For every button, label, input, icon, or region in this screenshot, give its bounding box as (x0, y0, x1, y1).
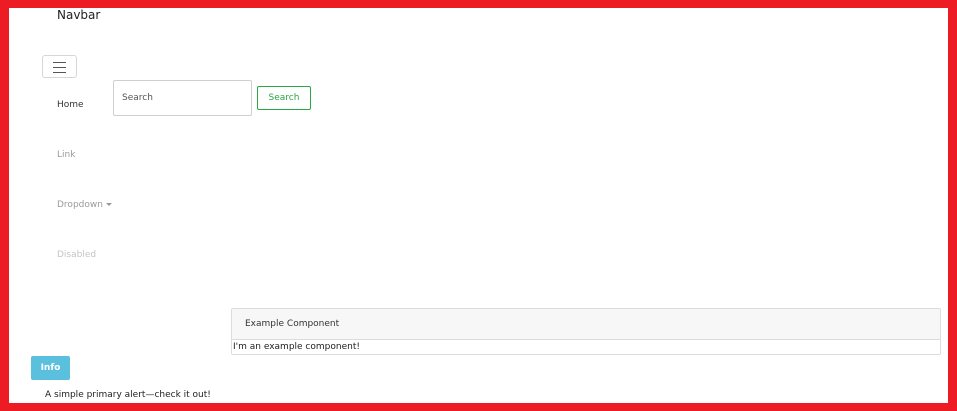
card-header: Example Component (232, 309, 940, 340)
example-component-card: Example Component I'm an example compone… (231, 308, 941, 355)
primary-alert: A simple primary alert—check it out! (45, 390, 211, 400)
hamburger-menu-icon (53, 62, 66, 63)
caret-down-icon (105, 203, 112, 206)
nav-item-disabled: Disabled (57, 250, 97, 260)
nav-item-home[interactable]: Home (57, 100, 84, 110)
navbar-toggler-button[interactable] (42, 55, 77, 78)
navbar-brand[interactable]: Navbar (57, 8, 100, 22)
search-button[interactable]: Search (257, 86, 311, 110)
hamburger-menu-icon-line (53, 67, 66, 68)
nav-item-link[interactable]: Link (57, 150, 75, 160)
nav-item-dropdown[interactable]: Dropdown (57, 200, 112, 210)
search-input[interactable] (113, 80, 252, 116)
card-body: I'm an example component! (233, 342, 360, 352)
info-button[interactable]: Info (31, 356, 70, 380)
nav-item-dropdown-label: Dropdown (57, 200, 103, 210)
hamburger-menu-icon-line (53, 72, 66, 73)
